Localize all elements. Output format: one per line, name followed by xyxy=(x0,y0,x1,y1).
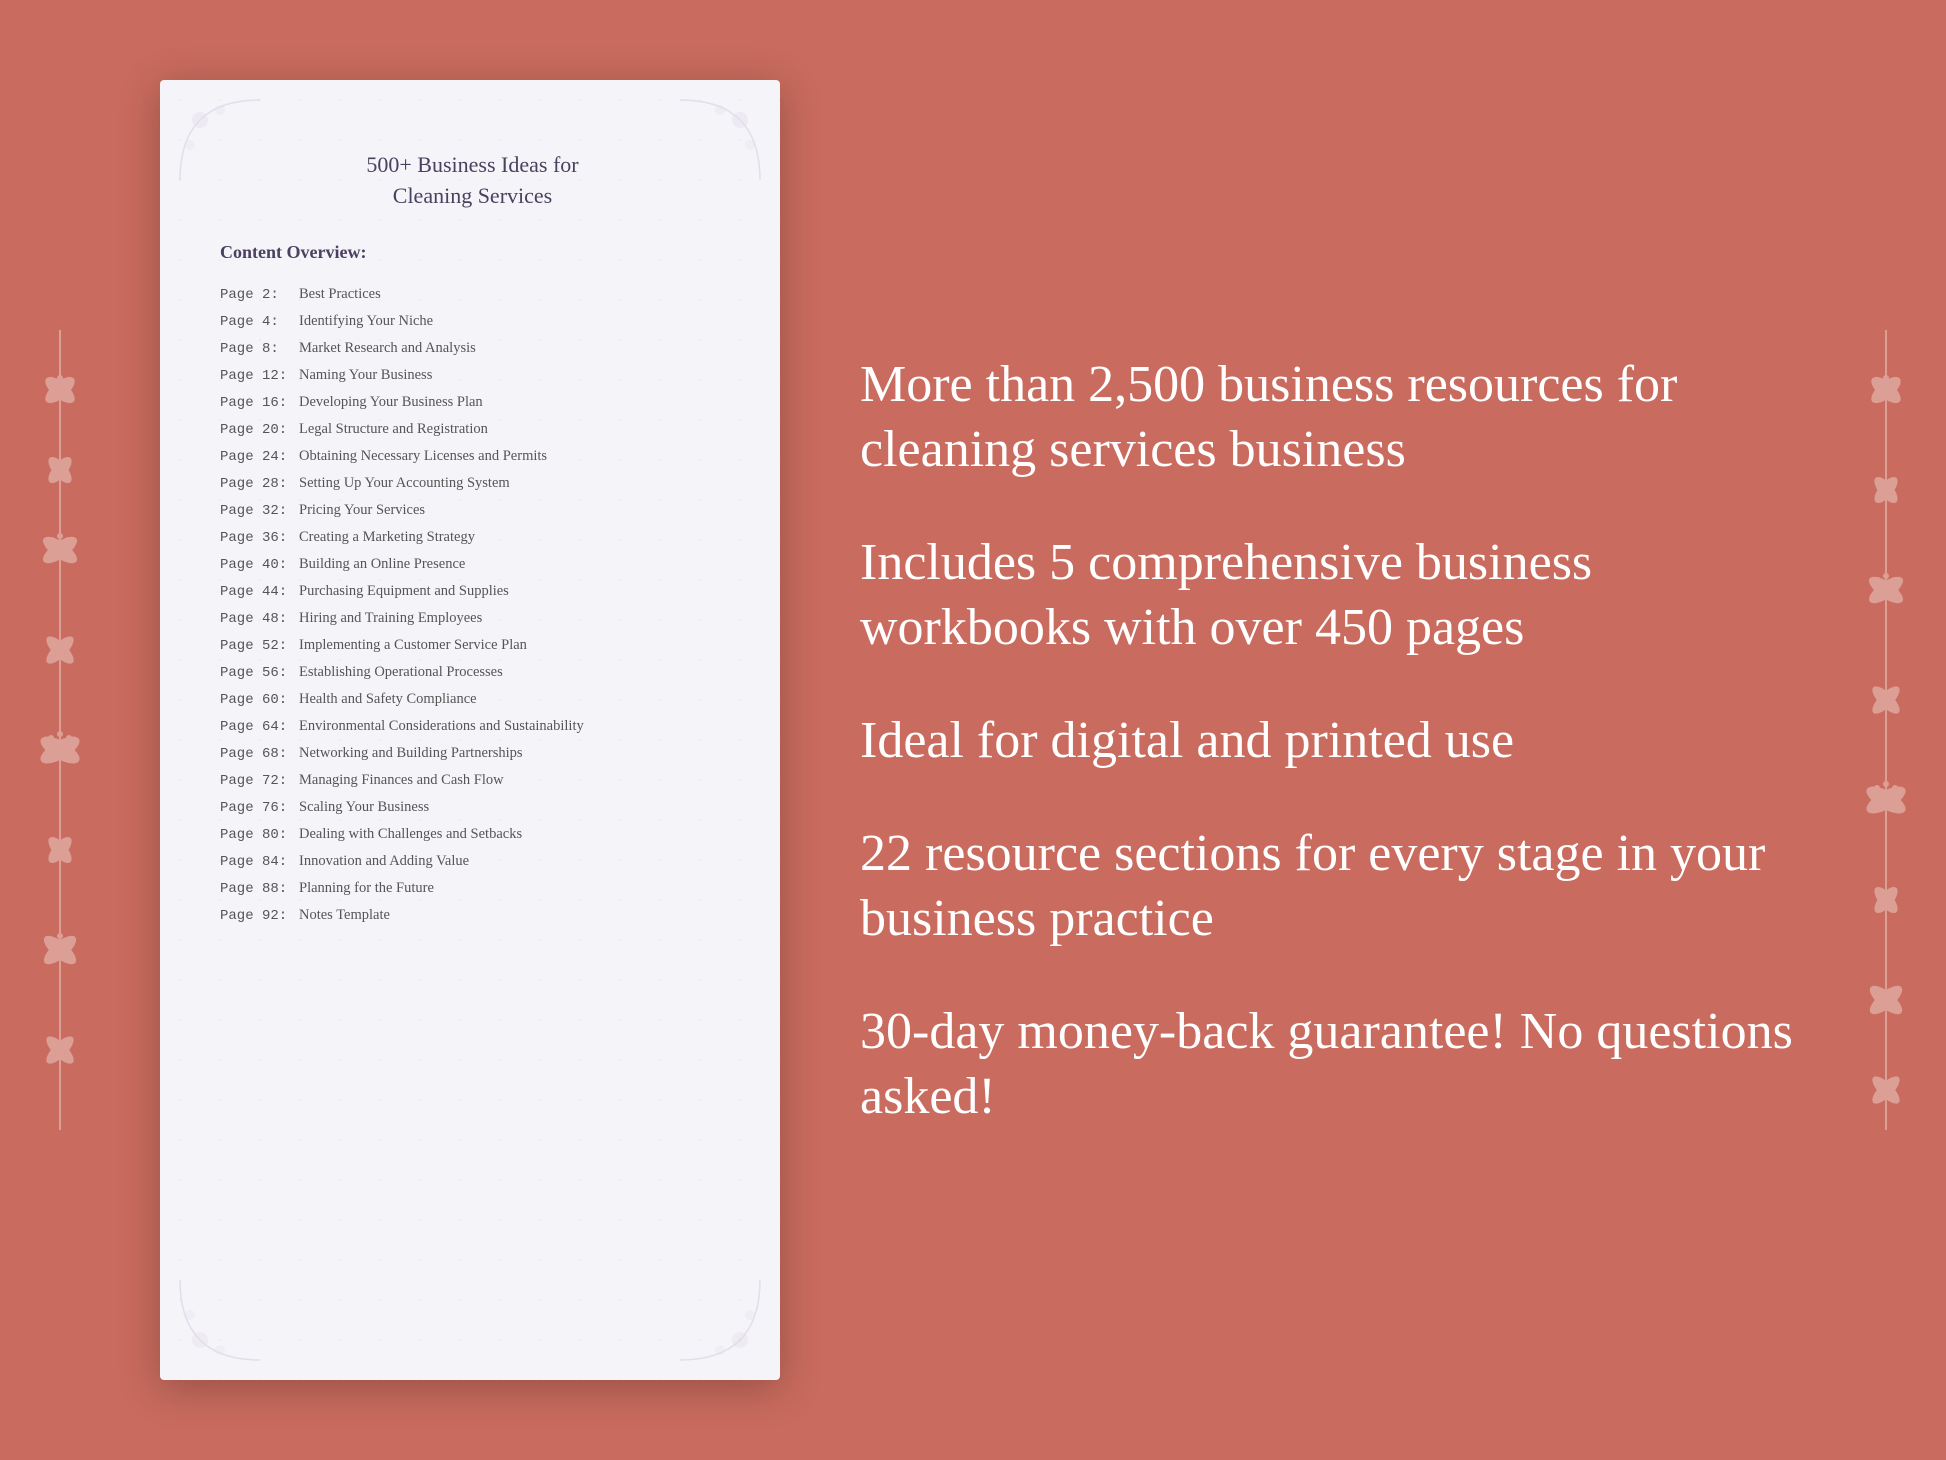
toc-title: Naming Your Business xyxy=(299,367,432,384)
toc-item: Page 92:Notes Template xyxy=(220,902,725,929)
toc-page-number: Page 24: xyxy=(220,449,295,465)
doc-corner-tl xyxy=(170,90,270,190)
toc-title: Scaling Your Business xyxy=(299,799,429,816)
toc-page-number: Page 16: xyxy=(220,395,295,411)
toc-item: Page 56:Establishing Operational Process… xyxy=(220,659,725,686)
feature-text-4: 22 resource sections for every stage in … xyxy=(860,821,1806,951)
toc-page-number: Page 12: xyxy=(220,368,295,384)
toc-page-number: Page 36: xyxy=(220,530,295,546)
toc-item: Page 76:Scaling Your Business xyxy=(220,794,725,821)
toc-item: Page 16:Developing Your Business Plan xyxy=(220,389,725,416)
toc-page-number: Page 32: xyxy=(220,503,295,519)
toc-title: Pricing Your Services xyxy=(299,502,425,519)
toc-page-number: Page 88: xyxy=(220,881,295,897)
feature-text-5: 30-day money-back guarantee! No question… xyxy=(860,999,1806,1129)
toc-page-number: Page 4: xyxy=(220,314,295,330)
toc-page-number: Page 60: xyxy=(220,692,295,708)
toc-page-number: Page 8: xyxy=(220,341,295,357)
toc-title: Networking and Building Partnerships xyxy=(299,745,523,762)
toc-item: Page 68:Networking and Building Partners… xyxy=(220,740,725,767)
toc-title: Hiring and Training Employees xyxy=(299,610,482,627)
toc-page-number: Page 52: xyxy=(220,638,295,654)
toc-page-number: Page 28: xyxy=(220,476,295,492)
toc-title: Building an Online Presence xyxy=(299,556,465,573)
toc-item: Page 64:Environmental Considerations and… xyxy=(220,713,725,740)
toc-page-number: Page 48: xyxy=(220,611,295,627)
toc-item: Page 32:Pricing Your Services xyxy=(220,497,725,524)
toc-item: Page 72:Managing Finances and Cash Flow xyxy=(220,767,725,794)
toc-page-number: Page 2: xyxy=(220,287,295,303)
toc-item: Page 80:Dealing with Challenges and Setb… xyxy=(220,821,725,848)
toc-page-number: Page 40: xyxy=(220,557,295,573)
floral-right-decoration xyxy=(1826,0,1946,1460)
table-of-contents: Page 2:Best PracticesPage 4:Identifying … xyxy=(220,281,725,929)
toc-page-number: Page 20: xyxy=(220,422,295,438)
toc-title: Managing Finances and Cash Flow xyxy=(299,772,504,789)
doc-corner-bl xyxy=(170,1270,270,1370)
floral-left-decoration xyxy=(0,0,120,1460)
toc-item: Page 2:Best Practices xyxy=(220,281,725,308)
toc-title: Notes Template xyxy=(299,907,390,924)
toc-page-number: Page 84: xyxy=(220,854,295,870)
toc-page-number: Page 76: xyxy=(220,800,295,816)
toc-page-number: Page 64: xyxy=(220,719,295,735)
toc-item: Page 20:Legal Structure and Registration xyxy=(220,416,725,443)
toc-item: Page 8:Market Research and Analysis xyxy=(220,335,725,362)
doc-corner-br xyxy=(670,1270,770,1370)
toc-title: Purchasing Equipment and Supplies xyxy=(299,583,509,600)
toc-title: Health and Safety Compliance xyxy=(299,691,477,708)
right-panel: More than 2,500 business resources for c… xyxy=(860,332,1806,1129)
feature-text-3: Ideal for digital and printed use xyxy=(860,708,1806,773)
toc-item: Page 4:Identifying Your Niche xyxy=(220,308,725,335)
section-label: Content Overview: xyxy=(220,242,725,263)
toc-page-number: Page 72: xyxy=(220,773,295,789)
toc-item: Page 44:Purchasing Equipment and Supplie… xyxy=(220,578,725,605)
toc-title: Innovation and Adding Value xyxy=(299,853,469,870)
toc-item: Page 28:Setting Up Your Accounting Syste… xyxy=(220,470,725,497)
toc-item: Page 60:Health and Safety Compliance xyxy=(220,686,725,713)
toc-item: Page 40:Building an Online Presence xyxy=(220,551,725,578)
toc-title: Environmental Considerations and Sustain… xyxy=(299,718,584,735)
toc-title: Obtaining Necessary Licenses and Permits xyxy=(299,448,547,465)
main-content: 500+ Business Ideas for Cleaning Service… xyxy=(0,0,1946,1460)
toc-item: Page 88:Planning for the Future xyxy=(220,875,725,902)
toc-page-number: Page 92: xyxy=(220,908,295,924)
document-panel: 500+ Business Ideas for Cleaning Service… xyxy=(160,80,780,1380)
toc-title: Identifying Your Niche xyxy=(299,313,433,330)
toc-item: Page 12:Naming Your Business xyxy=(220,362,725,389)
toc-title: Dealing with Challenges and Setbacks xyxy=(299,826,522,843)
feature-text-1: More than 2,500 business resources for c… xyxy=(860,352,1806,482)
toc-item: Page 24:Obtaining Necessary Licenses and… xyxy=(220,443,725,470)
toc-title: Best Practices xyxy=(299,286,381,303)
toc-page-number: Page 56: xyxy=(220,665,295,681)
doc-corner-tr xyxy=(670,90,770,190)
document-title: 500+ Business Ideas for Cleaning Service… xyxy=(220,150,725,212)
toc-title: Setting Up Your Accounting System xyxy=(299,475,510,492)
toc-page-number: Page 68: xyxy=(220,746,295,762)
toc-item: Page 84:Innovation and Adding Value xyxy=(220,848,725,875)
toc-item: Page 52:Implementing a Customer Service … xyxy=(220,632,725,659)
toc-item: Page 36:Creating a Marketing Strategy xyxy=(220,524,725,551)
toc-page-number: Page 80: xyxy=(220,827,295,843)
toc-page-number: Page 44: xyxy=(220,584,295,600)
toc-title: Developing Your Business Plan xyxy=(299,394,483,411)
toc-title: Legal Structure and Registration xyxy=(299,421,488,438)
toc-item: Page 48:Hiring and Training Employees xyxy=(220,605,725,632)
toc-title: Creating a Marketing Strategy xyxy=(299,529,475,546)
toc-title: Implementing a Customer Service Plan xyxy=(299,637,527,654)
feature-text-2: Includes 5 comprehensive business workbo… xyxy=(860,530,1806,660)
toc-title: Establishing Operational Processes xyxy=(299,664,503,681)
toc-title: Planning for the Future xyxy=(299,880,434,897)
toc-title: Market Research and Analysis xyxy=(299,340,476,357)
